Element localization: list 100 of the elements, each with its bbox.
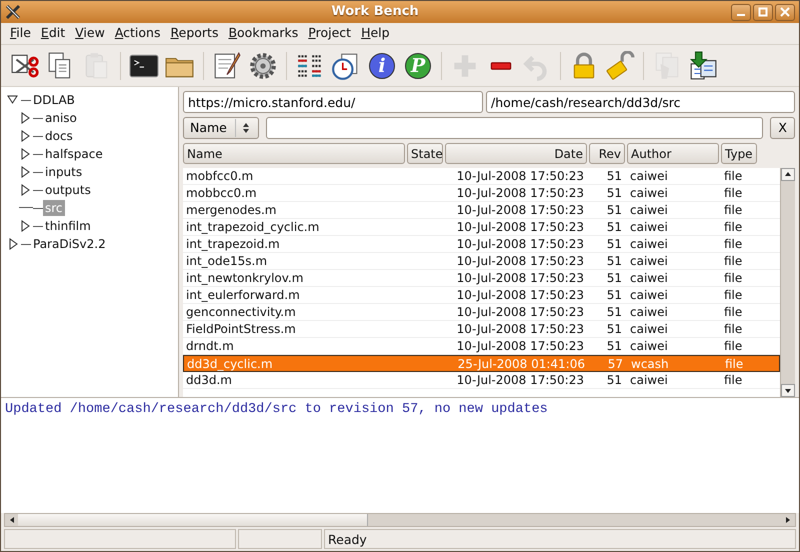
tree-item[interactable]: DDLAB [31,92,77,108]
menu-item[interactable]: Edit [36,24,70,43]
table-cell: 51 [606,305,622,319]
table-cell: 51 [606,169,622,183]
table-cell: 51 [606,288,622,302]
table-cell: 10-Jul-2008 17:50:23 [456,373,584,387]
table-row[interactable]: int_newtonkrylov.m 10-Jul-2008 17:50:23 51 caiwei file [183,270,780,287]
field-select[interactable]: Name [183,117,259,139]
close-icon [780,7,790,17]
table-row[interactable]: int_ode15s.m 10-Jul-2008 17:50:23 51 caiwei file [183,253,780,270]
table-row[interactable]: genconnectivity.m 10-Jul-2008 17:50:23 51 caiwei file [183,304,780,321]
table-cell: 51 [606,220,622,234]
table-cell: drndt.m [186,339,234,353]
tree-item[interactable]: aniso [43,110,79,126]
close-button[interactable] [775,4,795,20]
table-cell: file [725,356,744,370]
tree-item[interactable]: inputs [43,164,84,180]
url-field[interactable]: https://micro.stanford.edu/ [183,91,483,113]
column-header[interactable]: Type [721,143,757,164]
table-cell: int_newtonkrylov.m [186,271,304,285]
table-cell: file [724,322,742,336]
minimize-icon [737,14,745,16]
tree-item[interactable]: halfspace [43,146,105,162]
column-header[interactable]: Name [183,143,405,164]
unlock-icon[interactable] [605,50,635,80]
table-cell: 51 [606,237,622,251]
tree-item[interactable]: thinfilm [43,218,93,234]
table-cell: mobfcc0.m [186,169,254,183]
table-cell: 10-Jul-2008 17:50:23 [456,203,584,217]
scroll-up-icon[interactable] [781,168,795,181]
menu-item[interactable]: Bookmarks [223,24,304,43]
table-cell: genconnectivity.m [186,305,296,319]
pencil-paper-icon[interactable] [212,50,242,80]
table-cell: caiwei [630,373,668,387]
filter-field[interactable] [266,117,764,139]
table-cell: dd3d.m [186,373,232,387]
tree-item[interactable]: docs [43,128,75,144]
settings-icon[interactable] [248,50,278,80]
scrollbar-thumb[interactable] [18,514,368,526]
table-cell: file [724,220,742,234]
table-row[interactable]: FieldPointStress.m 10-Jul-2008 17:50:23 51 caiwei file [183,321,780,338]
table-cell: 51 [606,203,622,217]
table-row[interactable]: mobbcc0.m 10-Jul-2008 17:50:23 51 caiwei file [183,185,780,202]
column-header[interactable]: Rev [589,143,625,164]
table-cell: caiwei [630,305,668,319]
table-cell: caiwei [630,288,668,302]
table-cell: 10-Jul-2008 17:50:23 [456,305,584,319]
table-cell: caiwei [630,322,668,336]
minimize-button[interactable] [731,4,751,20]
table-cell: caiwei [630,271,668,285]
menu-item[interactable]: File [5,24,36,43]
table-row[interactable]: int_trapezoid.m 10-Jul-2008 17:50:23 51 caiwei file [183,236,780,253]
log-text: Updated /home/cash/research/dd3d/src to revision 57, no new updates [1,397,799,513]
table-cell: 10-Jul-2008 17:50:23 [456,288,584,302]
column-header[interactable]: Date [445,143,587,164]
table-cell: int_eulerforward.m [186,288,300,302]
table-cell: file [724,288,742,302]
status-text: Ready [324,529,796,549]
table-cell: file [724,203,742,217]
clear-button[interactable]: X [770,117,795,139]
menu-item[interactable]: Reports [166,24,224,43]
table-cell: int_ode15s.m [186,254,268,268]
menu-item[interactable]: Actions [110,24,166,43]
table-cell: caiwei [630,169,668,183]
table-cell: 25-Jul-2008 01:41:06 [458,356,585,370]
download-icon[interactable] [688,50,718,80]
table-cell: file [724,339,742,353]
table-cell: caiwei [630,237,668,251]
table-cell: 10-Jul-2008 17:50:23 [456,186,584,200]
table-row[interactable]: mobfcc0.m 10-Jul-2008 17:50:23 51 caiwei file [183,168,780,185]
column-header[interactable]: State [407,143,443,164]
table-row[interactable]: int_trapezoid_cyclic.m 10-Jul-2008 17:50:23 51 caiwei file [183,219,780,236]
menu-item[interactable]: View [70,24,110,43]
table-cell: FieldPointStress.m [186,322,296,336]
table-cell: mergenodes.m [186,203,276,217]
table-row[interactable]: dd3d.m 10-Jul-2008 17:50:23 51 caiwei file [183,372,780,389]
tree-item[interactable]: ParaDiSv2.2 [31,236,108,252]
table-cell: caiwei [630,339,668,353]
maximize-button[interactable] [753,4,773,20]
table-row[interactable]: int_eulerforward.m 10-Jul-2008 17:50:23 51 caiwei file [183,287,780,304]
table-cell: 10-Jul-2008 17:50:23 [456,169,584,183]
menu-item[interactable]: Help [356,24,395,43]
column-header[interactable]: Author [627,143,719,164]
maximize-icon [758,7,768,17]
window-title: Work Bench [330,3,420,22]
table-cell: caiwei [630,186,668,200]
table-cell: caiwei [630,254,668,268]
table-cell: 51 [606,254,622,268]
menu-item[interactable]: Project [303,24,356,43]
tree-item[interactable]: outputs [43,182,93,198]
table-cell: file [724,169,742,183]
table-cell: 51 [606,339,622,353]
path-field[interactable]: /home/cash/research/dd3d/src [486,91,795,113]
table-cell: file [724,254,742,268]
table-cell: int_trapezoid.m [186,237,280,251]
expander-icon[interactable] [7,95,21,105]
table-row[interactable]: mergenodes.m 10-Jul-2008 17:50:23 51 caiwei file [183,202,780,219]
table-cell: 51 [606,373,622,387]
table-cell: file [724,373,742,387]
scroll-down-icon[interactable] [781,384,795,397]
